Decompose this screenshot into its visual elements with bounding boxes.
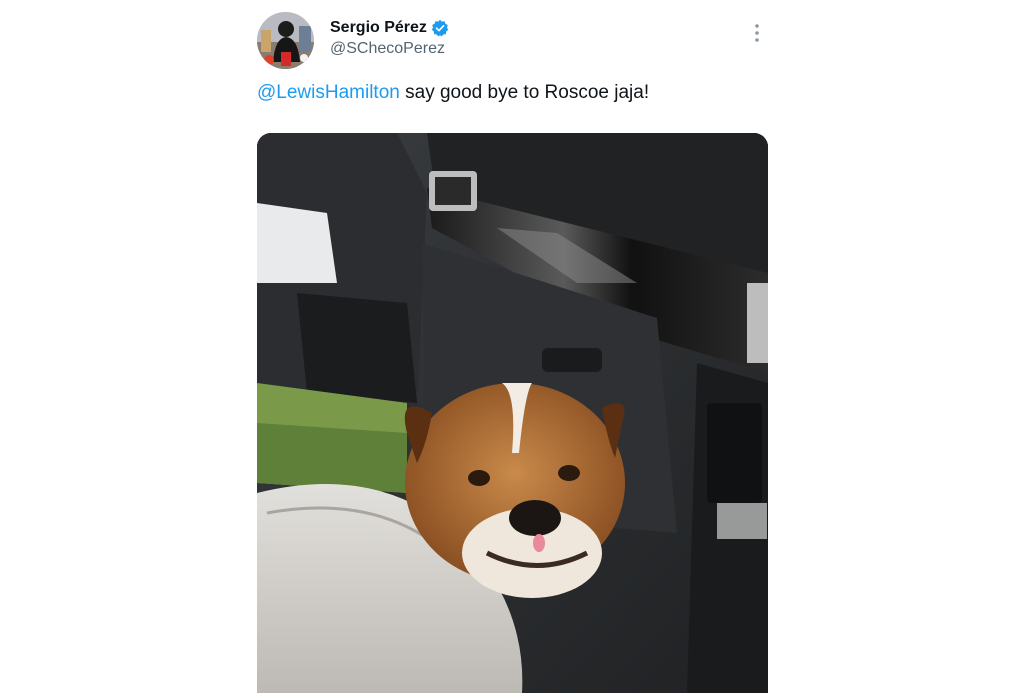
avatar[interactable] bbox=[257, 12, 314, 69]
tweet-text: @LewisHamilton say good bye to Roscoe ja… bbox=[257, 82, 649, 104]
author-handle[interactable]: @SChecoPerez bbox=[330, 40, 449, 58]
avatar-photo-icon bbox=[257, 12, 314, 69]
more-options-icon[interactable] bbox=[753, 22, 761, 44]
verified-badge-icon bbox=[431, 19, 449, 37]
mention-link[interactable]: @LewisHamilton bbox=[257, 82, 400, 103]
display-name[interactable]: Sergio Pérez bbox=[330, 19, 427, 37]
tweet-header: Sergio Pérez @SChecoPerez bbox=[257, 12, 769, 70]
tweet-body-text: say good bye to Roscoe jaja! bbox=[399, 82, 650, 103]
tweet-card: Sergio Pérez @SChecoPerez @LewisHamilton… bbox=[257, 12, 769, 693]
display-name-row: Sergio Pérez bbox=[330, 17, 449, 39]
tweet-photo[interactable] bbox=[257, 133, 768, 693]
author-block: Sergio Pérez @SChecoPerez bbox=[330, 17, 449, 58]
bulldog-in-car-photo-icon bbox=[257, 133, 768, 693]
